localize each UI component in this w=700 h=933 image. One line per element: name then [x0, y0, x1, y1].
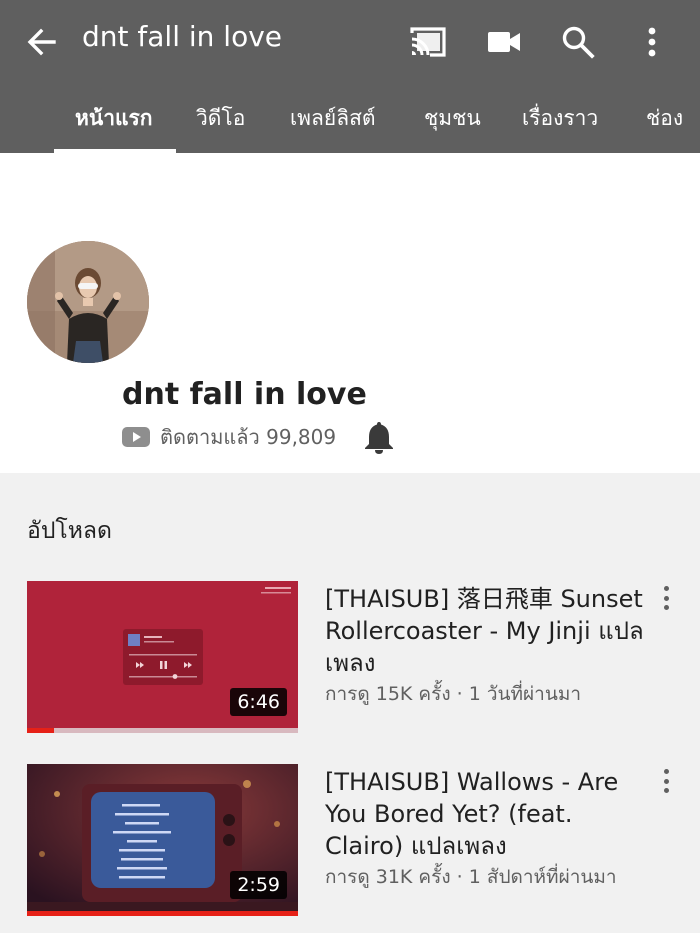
section-title[interactable]: อัปโหลด — [27, 513, 112, 549]
uploads-section: อัปโหลด 6:46 [THAISUB] 落日飛車 Sunset Rolle… — [0, 473, 700, 933]
tab-channels[interactable]: ช่อง — [646, 102, 683, 135]
more-vert-icon[interactable] — [632, 22, 672, 62]
video-meta: การดู 31K ครั้ง · 1 สัปดาห์ที่ผ่านมา — [325, 866, 617, 888]
youtube-play-icon — [122, 426, 150, 448]
top-bar: dnt fall in love — [0, 0, 700, 84]
back-arrow-icon[interactable] — [22, 22, 62, 62]
video-item[interactable]: 6:46 [THAISUB] 落日飛車 Sunset Rollercoaster… — [0, 581, 700, 741]
cast-icon[interactable] — [408, 22, 448, 62]
channel-tabs: หน้าแรก วิดีโอ เพลย์ลิสต์ ชุมชน เรื่องรา… — [0, 84, 700, 153]
tab-community[interactable]: ชุมชน — [424, 102, 481, 135]
search-icon[interactable] — [558, 22, 598, 62]
tab-playlists[interactable]: เพลย์ลิสต์ — [290, 102, 376, 135]
search-query-text[interactable]: dnt fall in love — [82, 20, 282, 53]
notification-bell-icon[interactable] — [362, 419, 396, 455]
subscriber-count: ติดตามแล้ว 99,809 — [160, 425, 337, 449]
video-camera-icon[interactable] — [484, 22, 524, 62]
watch-progress-bar — [27, 911, 298, 916]
watch-progress-bar — [27, 728, 54, 733]
avatar[interactable] — [27, 241, 149, 363]
video-thumbnail[interactable]: 6:46 — [27, 581, 298, 733]
more-vert-icon[interactable] — [655, 766, 677, 796]
tab-home[interactable]: หน้าแรก — [75, 102, 153, 135]
video-title[interactable]: [THAISUB] 落日飛車 Sunset Rollercoaster - My… — [325, 583, 645, 679]
video-thumbnail[interactable]: 2:59 — [27, 764, 298, 916]
subscription-status: ติดตามแล้ว 99,809 — [122, 421, 336, 453]
channel-header: dnt fall in love ติดตามแล้ว 99,809 — [0, 153, 700, 473]
more-vert-icon[interactable] — [655, 583, 677, 613]
video-item[interactable]: 2:59 [THAISUB] Wallows - Are You Bored Y… — [0, 764, 700, 924]
video-duration: 6:46 — [230, 688, 287, 716]
app-bar: dnt fall in love หน้าแรก วิดีโอ เพลย์ลิส… — [0, 0, 700, 153]
watch-progress-track — [27, 728, 298, 733]
video-meta: การดู 15K ครั้ง · 1 วันที่ผ่านมา — [325, 683, 582, 705]
tab-stories[interactable]: เรื่องราว — [522, 102, 598, 135]
video-title[interactable]: [THAISUB] Wallows - Are You Bored Yet? (… — [325, 766, 645, 862]
tab-videos[interactable]: วิดีโอ — [196, 102, 245, 135]
channel-name: dnt fall in love — [122, 377, 367, 412]
video-duration: 2:59 — [230, 871, 287, 899]
